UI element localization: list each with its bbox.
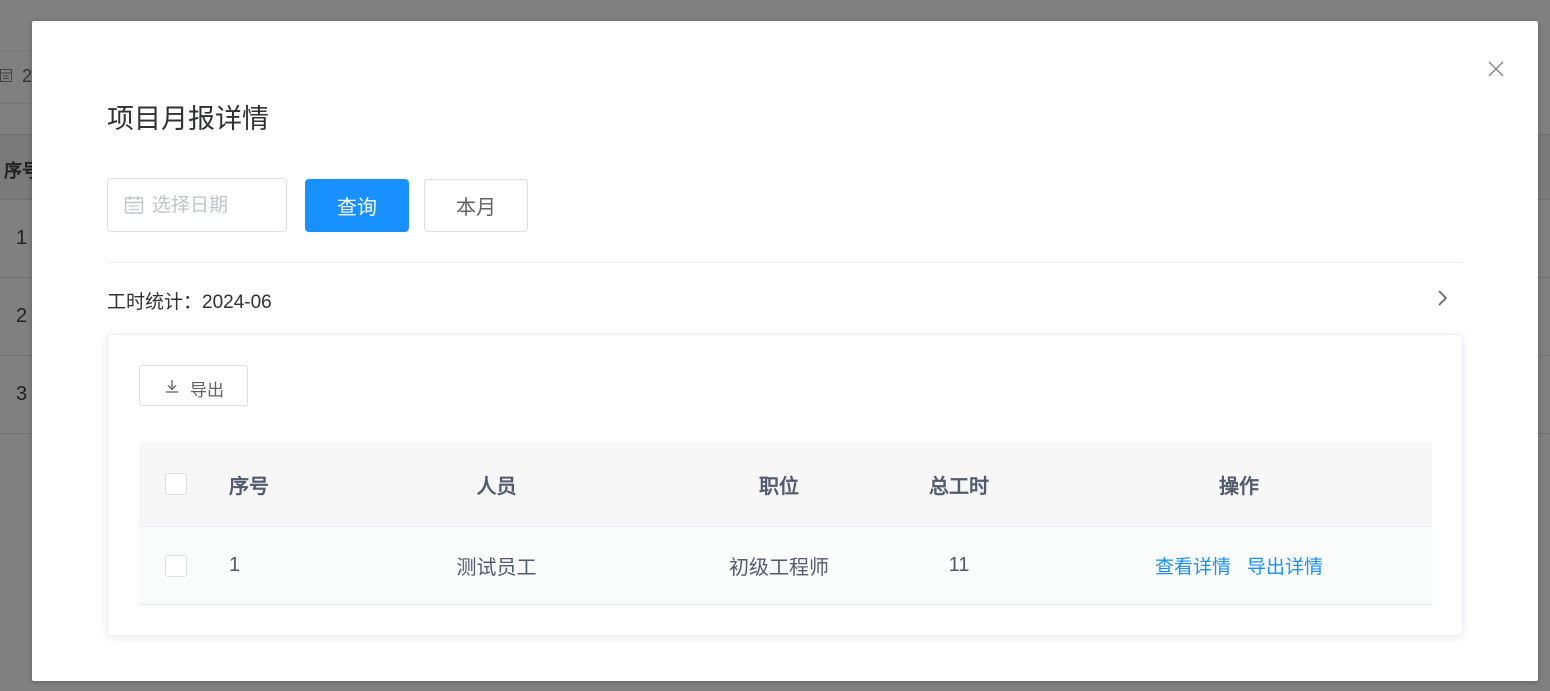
divider [107,262,1463,263]
header-checkbox-cell [155,442,197,526]
date-input[interactable] [152,191,278,221]
row-actions: 查看详情 导出详情 [1099,527,1379,604]
background-calendar-icon [0,68,12,85]
background-row-index: 1 [16,227,28,249]
background-row-index: 3 [16,383,28,405]
row-checkbox-cell [155,527,197,604]
work-hours-title: 工时统计：2024-06 [107,292,272,313]
column-header-position: 职位 [759,475,799,498]
export-details-link[interactable]: 导出详情 [1247,552,1323,579]
column-header-index: 序号 [229,475,269,498]
table-header: 序号 人员 职位 总工时 操作 [139,442,1432,527]
export-label: 导出 [190,381,224,400]
row-position: 初级工程师 [729,557,829,579]
row-person: 测试员工 [456,557,537,579]
view-details-link[interactable]: 查看详情 [1155,552,1231,579]
table-row: 1 测试员工 初级工程师 11 查看详情 导出详情 [139,527,1432,605]
work-hours-card: 导出 序号 人员 职位 总工时 操作 1 测试员工 初级工程师 11 查看详情 … [107,334,1463,636]
download-icon [164,378,180,394]
row-total-hours: 11 [948,554,970,576]
calendar-icon [124,195,144,215]
row-checkbox[interactable] [165,554,187,577]
query-button[interactable]: 查询 [305,179,409,232]
this-month-button[interactable]: 本月 [424,179,528,232]
background-row-index: 2 [16,305,28,327]
column-header-actions: 操作 [1219,475,1259,498]
work-hours-table: 序号 人员 职位 总工时 操作 1 测试员工 初级工程师 11 查看详情 导出详… [139,442,1432,605]
dialog-title: 项目月报详情 [107,104,269,134]
column-header-total-hours: 总工时 [929,475,989,498]
chevron-right-icon [1435,289,1449,307]
column-header-person: 人员 [476,475,517,498]
background-date-text: 2 [22,66,33,86]
close-icon[interactable] [1484,57,1508,81]
export-button[interactable]: 导出 [139,365,248,406]
date-picker[interactable] [107,178,287,232]
select-all-checkbox[interactable] [165,473,187,495]
monthly-report-dialog: 项目月报详情 查询 本月 工时统计：2024-06 导出 [32,21,1538,681]
work-hours-collapse-header[interactable]: 工时统计：2024-06 [107,273,1463,323]
row-index: 1 [229,554,241,576]
